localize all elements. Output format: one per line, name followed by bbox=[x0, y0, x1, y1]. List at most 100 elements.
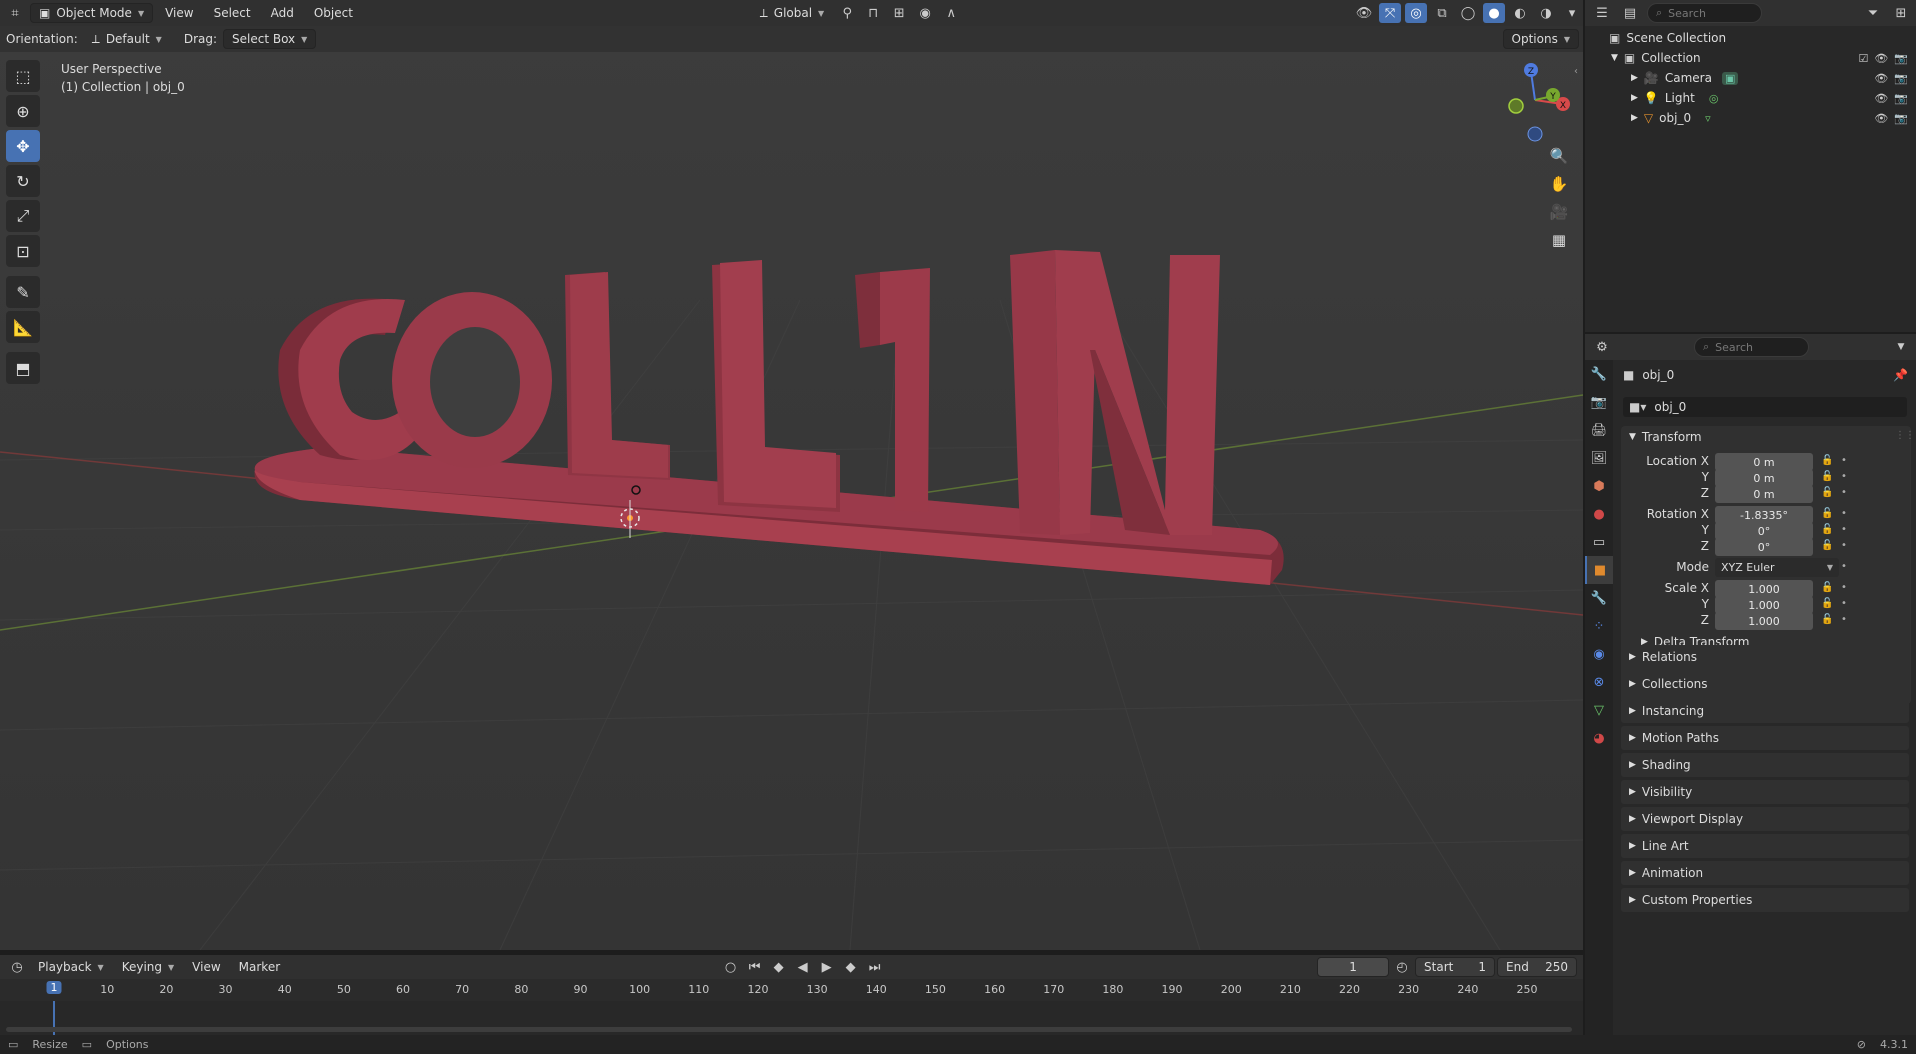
rotation-z-field[interactable]: 0° bbox=[1715, 538, 1813, 556]
panel-visibility[interactable]: ▶ Visibility bbox=[1621, 780, 1909, 804]
measure-tool-icon[interactable]: 📐 bbox=[6, 311, 40, 343]
lock-icon[interactable]: 🔓 bbox=[1821, 582, 1833, 593]
timeline-keyframe-area[interactable] bbox=[0, 1001, 1583, 1035]
keyframe-dot-icon[interactable]: • bbox=[1841, 455, 1847, 466]
view-layer-tab-icon[interactable]: 🖼 bbox=[1585, 444, 1613, 472]
perspective-grid-icon[interactable]: ▦ bbox=[1545, 226, 1573, 254]
record-icon[interactable]: ○ bbox=[720, 957, 742, 977]
proportional-edit-icon[interactable]: ◉ bbox=[914, 3, 936, 23]
constraints-tab-icon[interactable]: ⊗ bbox=[1585, 668, 1613, 696]
current-frame-marker[interactable]: 1 bbox=[46, 981, 62, 994]
sidebar-toggle-icon[interactable]: ‹ bbox=[1574, 66, 1578, 77]
pin-icon[interactable]: 📌 bbox=[1893, 368, 1908, 382]
expand-arrow-icon[interactable]: ▶ bbox=[1631, 113, 1638, 123]
properties-editor-icon[interactable]: ⚙ bbox=[1591, 337, 1613, 357]
drag-handle-icon[interactable]: ⋮⋮ bbox=[1895, 430, 1915, 441]
wireframe-shading-icon[interactable]: ◯ bbox=[1457, 3, 1479, 23]
eye-icon[interactable]: 👁 bbox=[1874, 92, 1888, 105]
tool-tab-icon[interactable]: 🔧 bbox=[1585, 360, 1613, 388]
shading-options-icon[interactable]: ▾ bbox=[1561, 3, 1583, 23]
lock-icon[interactable]: 🔓 bbox=[1821, 540, 1833, 551]
keyframe-dot-icon[interactable]: • bbox=[1841, 487, 1847, 498]
menu-add[interactable]: Add bbox=[263, 3, 302, 23]
lock-icon[interactable]: 🔓 bbox=[1821, 487, 1833, 498]
pivot-icon[interactable]: ⚲ bbox=[836, 3, 858, 23]
new-collection-icon[interactable]: ⊞ bbox=[1890, 3, 1912, 23]
scene-collection-row[interactable]: ▣ Scene Collection bbox=[1585, 28, 1916, 48]
lock-icon[interactable]: 🔓 bbox=[1821, 455, 1833, 466]
playback-menu[interactable]: Playback ▼ bbox=[30, 958, 112, 976]
annotate-tool-icon[interactable]: ✎ bbox=[6, 276, 40, 308]
panel-collections[interactable]: ▶ Collections bbox=[1621, 672, 1909, 696]
lock-icon[interactable]: 🔓 bbox=[1821, 524, 1833, 535]
jump-start-icon[interactable]: ⏮ bbox=[744, 957, 766, 977]
lock-icon[interactable]: 🔓 bbox=[1821, 508, 1833, 519]
play-reverse-icon[interactable]: ◀ bbox=[792, 957, 814, 977]
keyframe-dot-icon[interactable]: • bbox=[1841, 471, 1847, 482]
outliner-item-light[interactable]: ▶ 💡 Light ◎ 👁 📷 bbox=[1585, 88, 1916, 108]
eye-icon[interactable]: 👁 bbox=[1874, 112, 1888, 125]
rotate-tool-icon[interactable]: ↻ bbox=[6, 165, 40, 197]
visibility-icon[interactable]: 👁 bbox=[1353, 3, 1375, 23]
lock-icon[interactable]: 🔓 bbox=[1821, 614, 1833, 625]
object-tab-icon[interactable]: ■ bbox=[1585, 556, 1613, 584]
jump-keyframe-forward-icon[interactable]: ◆ bbox=[840, 957, 862, 977]
expand-arrow-icon[interactable]: ▶ bbox=[1631, 73, 1638, 83]
lock-icon[interactable]: 🔓 bbox=[1821, 471, 1833, 482]
panel-motion-paths[interactable]: ▶ Motion Paths bbox=[1621, 726, 1909, 750]
transform-panel-header[interactable]: ▼ Transform bbox=[1629, 430, 1702, 444]
rendered-shading-icon[interactable]: ◑ bbox=[1535, 3, 1557, 23]
camera-render-icon[interactable]: 📷 bbox=[1894, 112, 1908, 125]
display-mode-icon[interactable]: ▤ bbox=[1619, 3, 1641, 23]
timeline-view-menu[interactable]: View bbox=[184, 957, 228, 977]
outliner-item-camera[interactable]: ▶ 🎥 Camera ▣ 👁 📷 bbox=[1585, 68, 1916, 88]
gizmo-toggle-icon[interactable]: ⤧ bbox=[1379, 3, 1402, 23]
panel-relations[interactable]: ▶ Relations bbox=[1621, 645, 1909, 669]
marker-menu[interactable]: Marker bbox=[231, 957, 288, 977]
timeline-editor-icon[interactable]: ◷ bbox=[6, 957, 28, 977]
clock-icon[interactable]: ◴ bbox=[1391, 957, 1413, 977]
viewport-scene[interactable]: Z X Y bbox=[0, 0, 1583, 950]
material-tab-icon[interactable]: ◕ bbox=[1585, 724, 1613, 752]
end-frame-field[interactable]: End 250 bbox=[1497, 957, 1578, 977]
orientation-dropdown[interactable]: ⟂ Default ▼ bbox=[84, 30, 170, 49]
panel-animation[interactable]: ▶ Animation bbox=[1621, 861, 1909, 885]
particles-tab-icon[interactable]: ⁘ bbox=[1585, 612, 1613, 640]
start-frame-field[interactable]: Start 1 bbox=[1415, 957, 1496, 977]
collection-row[interactable]: ▼ ▣ Collection ☑ 👁 📷 bbox=[1585, 48, 1916, 68]
zoom-icon[interactable]: 🔍 bbox=[1545, 142, 1573, 170]
panel-shading[interactable]: ▶ Shading bbox=[1621, 753, 1909, 777]
properties-search-input[interactable]: ⌕ Search bbox=[1694, 337, 1809, 357]
transform-tool-icon[interactable]: ⊡ bbox=[6, 235, 40, 267]
overlay-toggle-icon[interactable]: ◎ bbox=[1405, 3, 1428, 23]
panel-custom-properties[interactable]: ▶ Custom Properties bbox=[1621, 888, 1909, 912]
camera-render-icon[interactable]: 📷 bbox=[1894, 92, 1908, 105]
snap-target-icon[interactable]: ⊞ bbox=[888, 3, 910, 23]
collapse-arrow-icon[interactable]: ▼ bbox=[1611, 53, 1618, 63]
world-tab-icon[interactable]: ● bbox=[1585, 500, 1613, 528]
outliner-search-input[interactable]: ⌕ Search bbox=[1647, 3, 1762, 23]
transform-orientation-dropdown[interactable]: ⟂ Global ▼ bbox=[752, 4, 832, 23]
physics-tab-icon[interactable]: ◉ bbox=[1585, 640, 1613, 668]
current-frame-field[interactable]: 1 bbox=[1317, 957, 1390, 977]
camera-render-icon[interactable]: 📷 bbox=[1894, 72, 1908, 85]
play-icon[interactable]: ▶ bbox=[816, 957, 838, 977]
render-tab-icon[interactable]: 📷 bbox=[1585, 388, 1613, 416]
lock-icon[interactable]: 🔓 bbox=[1821, 598, 1833, 609]
camera-view-icon[interactable]: 🎥 bbox=[1545, 198, 1573, 226]
keying-menu[interactable]: Keying ▼ bbox=[114, 958, 182, 976]
location-z-field[interactable]: 0 m bbox=[1715, 485, 1813, 503]
camera-render-icon[interactable]: 📷 bbox=[1894, 52, 1908, 65]
chevron-down-icon[interactable]: ▼ bbox=[1890, 337, 1912, 357]
drag-dropdown[interactable]: Select Box ▼ bbox=[223, 29, 317, 49]
falloff-icon[interactable]: ∧ bbox=[940, 3, 962, 23]
keyframe-dot-icon[interactable]: • bbox=[1841, 524, 1847, 535]
scene-tab-icon[interactable]: ⬢ bbox=[1585, 472, 1613, 500]
outliner-item-obj0[interactable]: ▶ ▽ obj_0 ▿ 👁 📷 bbox=[1585, 108, 1916, 128]
add-cube-tool-icon[interactable]: ⬒ bbox=[6, 352, 40, 384]
keyframe-dot-icon[interactable]: • bbox=[1841, 508, 1847, 519]
keyframe-dot-icon[interactable]: • bbox=[1841, 582, 1847, 593]
snap-icon[interactable]: ⊓ bbox=[862, 3, 884, 23]
material-shading-icon[interactable]: ◐ bbox=[1509, 3, 1531, 23]
menu-object[interactable]: Object bbox=[306, 3, 361, 23]
